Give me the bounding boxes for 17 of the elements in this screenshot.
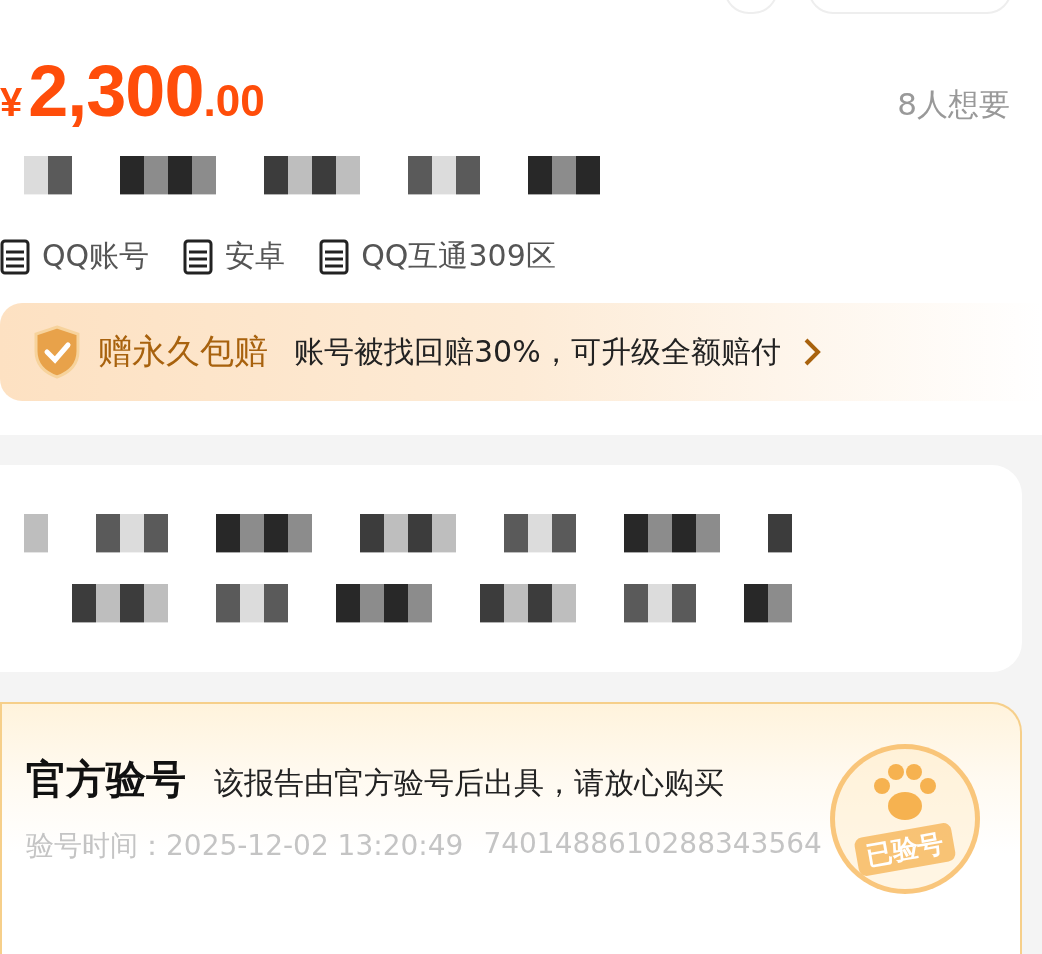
tag-label: QQ互通309区 <box>361 237 556 275</box>
verification-time: 验号时间：2025-12-02 13:20:49 <box>26 828 464 864</box>
tag-label: 安卓 <box>225 237 286 275</box>
guarantee-text: 账号被找回赔30%，可升级全额赔付 <box>294 332 781 371</box>
shield-check-icon <box>32 325 82 379</box>
tag-label: QQ账号 <box>42 237 150 275</box>
wants-count: 8人想要 <box>897 85 1010 124</box>
document-icon <box>319 238 350 275</box>
chevron-right-icon <box>802 337 821 367</box>
verification-title: 官方验号 <box>26 755 186 804</box>
price: ¥2,300.00 <box>0 50 265 132</box>
verification-subtitle: 该报告由官方验号后出具，请放心购买 <box>214 764 724 802</box>
verification-id: 7401488610288343564 <box>483 827 822 862</box>
document-icon <box>183 238 214 275</box>
document-icon <box>0 238 30 275</box>
guarantee-title: 赠永久包赔 <box>98 330 268 373</box>
stamp-label: 已验号 <box>853 821 957 878</box>
